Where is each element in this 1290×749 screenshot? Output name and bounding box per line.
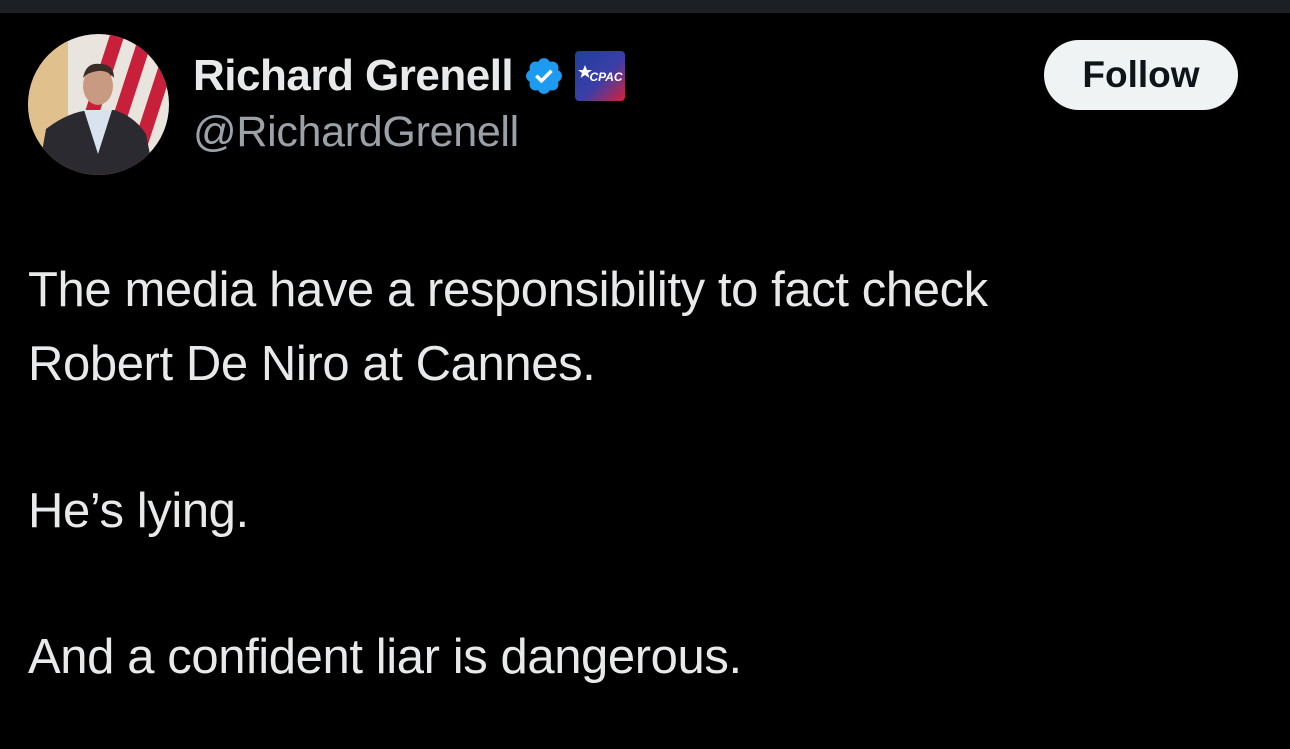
avatar[interactable] <box>28 34 169 175</box>
tweet-text-line: And a confident liar is dangerous. <box>28 630 742 684</box>
display-name[interactable]: Richard Grenell <box>193 51 514 101</box>
top-strip <box>0 0 1290 13</box>
avatar-photo <box>28 34 169 175</box>
author-handle[interactable]: @RichardGrenell <box>193 108 519 157</box>
tweet-text-line: Robert De Niro at Cannes. <box>28 337 596 391</box>
display-name-row: Richard Grenell CPAC <box>193 48 626 104</box>
cpac-badge-text: CPAC <box>590 70 623 84</box>
tweet-text-line: He’s lying. <box>28 484 249 538</box>
verified-badge-icon[interactable] <box>523 55 565 97</box>
tweet-text-line: The media have a responsibility to fact … <box>28 263 988 317</box>
follow-button[interactable]: Follow <box>1044 40 1238 110</box>
cpac-affiliate-badge-icon[interactable]: CPAC <box>575 51 626 101</box>
